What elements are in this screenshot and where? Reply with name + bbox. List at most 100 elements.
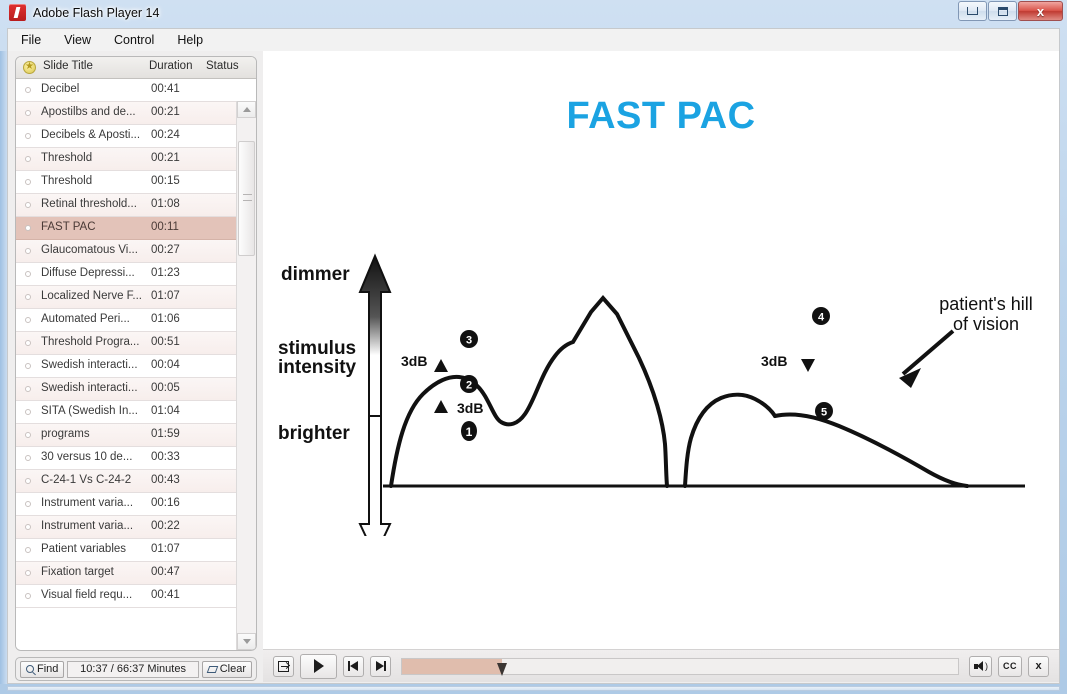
hill-of-vision-diagram: 3 2 1 4 5 3dB 3dB 3dB dimmer stimulus in… xyxy=(273,246,1053,559)
slide-list-item[interactable]: Localized Nerve F... 01:07 xyxy=(16,286,238,309)
slide-duration-text: 00:41 xyxy=(151,589,180,601)
slide-title-text: programs xyxy=(41,428,90,440)
window-title: Adobe Flash Player 14 xyxy=(33,5,160,20)
closed-captions-button[interactable]: CC xyxy=(998,655,1022,677)
slide-list-panel: Slide Title Duration Status Decibel 00:41… xyxy=(15,56,257,651)
slide-list-item[interactable]: C-24-1 Vs C-24-2 00:43 xyxy=(16,470,238,493)
slide-status-bullet-icon xyxy=(25,409,31,415)
slide-list-item[interactable]: Instrument varia... 00:16 xyxy=(16,493,238,516)
slide-status-bullet-icon xyxy=(25,317,31,323)
previous-slide-button[interactable] xyxy=(343,655,364,677)
slide-title-text: Swedish interacti... xyxy=(41,359,138,371)
chevron-down-icon xyxy=(242,639,251,644)
volume-button[interactable]: ) xyxy=(969,655,992,677)
skip-previous-icon xyxy=(348,661,359,671)
slide-title-text: Decibel xyxy=(41,83,80,95)
player-controls-bar: ) CC x xyxy=(263,649,1059,682)
slide-list-item[interactable]: Instrument varia... 00:22 xyxy=(16,516,238,539)
close-button[interactable]: x xyxy=(1018,1,1063,21)
label-brighter: brighter xyxy=(278,423,350,444)
slide-title-text: C-24-1 Vs C-24-2 xyxy=(41,474,132,486)
svg-text:3dB: 3dB xyxy=(401,353,427,369)
slide-list-item[interactable]: Glaucomatous Vi... 00:27 xyxy=(16,240,238,263)
slide-title-text: Swedish interacti... xyxy=(41,382,138,394)
flash-logo-icon xyxy=(9,4,26,21)
slide-status-bullet-icon xyxy=(25,432,31,438)
callout-patients-hill: patient's hill of vision xyxy=(921,294,1051,334)
stimulus-intensity-arrow xyxy=(358,253,392,559)
scroll-up-button[interactable] xyxy=(237,101,256,118)
slide-duration-text: 00:41 xyxy=(151,83,180,95)
slide-title-text: SITA (Swedish In... xyxy=(41,405,138,417)
maximize-button[interactable] xyxy=(988,1,1017,21)
window-controls: x xyxy=(957,1,1063,21)
slide-status-bullet-icon xyxy=(25,87,31,93)
exit-button[interactable] xyxy=(273,655,294,677)
slide-title-text: 30 versus 10 de... xyxy=(41,451,133,463)
slide-title-text: Localized Nerve F... xyxy=(41,290,142,302)
column-header-duration: Duration xyxy=(149,60,193,72)
slide-list-item[interactable]: Visual field requ... 00:41 xyxy=(16,585,238,608)
scroll-down-button[interactable] xyxy=(237,633,256,650)
find-label: Find xyxy=(37,663,59,675)
window-left-edge xyxy=(0,51,7,684)
slide-list-item[interactable]: Diffuse Depressi... 01:23 xyxy=(16,263,238,286)
magnifier-icon xyxy=(26,665,34,673)
slide-list-item[interactable]: Patient variables 01:07 xyxy=(16,539,238,562)
minimize-button[interactable] xyxy=(958,1,987,21)
next-slide-button[interactable] xyxy=(370,655,391,677)
slide-list-scrollbar[interactable] xyxy=(236,101,256,650)
slide-list[interactable]: Decibel 00:41 Apostilbs and de... 00:21 Deci… xyxy=(16,79,238,650)
slide-status-bullet-icon xyxy=(25,340,31,346)
slide-duration-text: 01:07 xyxy=(151,543,180,555)
callout-line-2: of vision xyxy=(952,314,1020,335)
title-bar-left: Adobe Flash Player 14 xyxy=(9,4,159,21)
callout-arrow xyxy=(899,329,955,388)
slide-list-item[interactable]: Fixation target 00:47 xyxy=(16,562,238,585)
label-stimulus: stimulus xyxy=(278,338,357,359)
slide-list-item[interactable]: Automated Peri... 01:06 xyxy=(16,309,238,332)
slide-title-text: Visual field requ... xyxy=(41,589,133,601)
clear-button[interactable]: Clear xyxy=(201,660,252,678)
play-button[interactable] xyxy=(300,653,337,679)
slide-list-item[interactable]: 30 versus 10 de... 00:33 xyxy=(16,447,238,470)
volume-icon: ) xyxy=(974,660,988,672)
chevron-up-icon xyxy=(242,107,251,112)
scrollbar-thumb[interactable] xyxy=(238,141,255,256)
marker-1: 1 xyxy=(461,421,477,441)
skip-next-icon xyxy=(375,661,386,671)
slide-duration-text: 00:21 xyxy=(151,152,180,164)
window-frame: Adobe Flash Player 14 x File View Contro… xyxy=(0,0,1067,694)
slide-list-item[interactable]: Threshold 00:21 xyxy=(16,148,238,171)
clear-label: Clear xyxy=(219,663,246,675)
blind-spot-edge xyxy=(683,392,777,488)
svg-text:4: 4 xyxy=(818,312,825,324)
slide-list-item[interactable]: Swedish interacti... 00:05 xyxy=(16,378,238,401)
slide-list-item[interactable]: Decibels & Aposti... 00:24 xyxy=(16,125,238,148)
slide-list-item[interactable]: Apostilbs and de... 00:21 xyxy=(16,102,238,125)
slide-list-item[interactable]: Threshold 00:15 xyxy=(16,171,238,194)
sidebar-toolbar: Find 10:37 / 66:37 Minutes Clear xyxy=(15,657,257,681)
menu-item-file[interactable]: File xyxy=(11,31,51,49)
slide-list-item[interactable]: FAST PAC 00:11 xyxy=(16,217,238,240)
menu-item-help[interactable]: Help xyxy=(167,31,213,49)
seek-bar[interactable] xyxy=(401,657,959,676)
player-close-button[interactable]: x xyxy=(1028,655,1049,677)
slide-list-item[interactable]: Swedish interacti... 00:04 xyxy=(16,355,238,378)
slide-duration-text: 01:59 xyxy=(151,428,180,440)
slide-list-item[interactable]: Retinal threshold... 01:08 xyxy=(16,194,238,217)
menu-item-view[interactable]: View xyxy=(54,31,101,49)
slide-list-item[interactable]: Threshold Progra... 00:51 xyxy=(16,332,238,355)
slide-duration-text: 00:51 xyxy=(151,336,180,348)
slide-status-bullet-icon xyxy=(25,524,31,530)
slide-list-item[interactable]: SITA (Swedish In... 01:04 xyxy=(16,401,238,424)
slide-list-header: Slide Title Duration Status xyxy=(16,57,256,79)
slide-list-item[interactable]: Decibel 00:41 xyxy=(16,79,238,102)
slide-heading: FAST PAC xyxy=(566,95,756,137)
find-button[interactable]: Find xyxy=(20,660,65,678)
maximize-icon xyxy=(997,6,1008,16)
menu-item-control[interactable]: Control xyxy=(104,31,164,49)
seek-bar-playhead[interactable] xyxy=(497,662,508,676)
label-intensity: intensity xyxy=(278,357,357,378)
slide-list-item[interactable]: programs 01:59 xyxy=(16,424,238,447)
